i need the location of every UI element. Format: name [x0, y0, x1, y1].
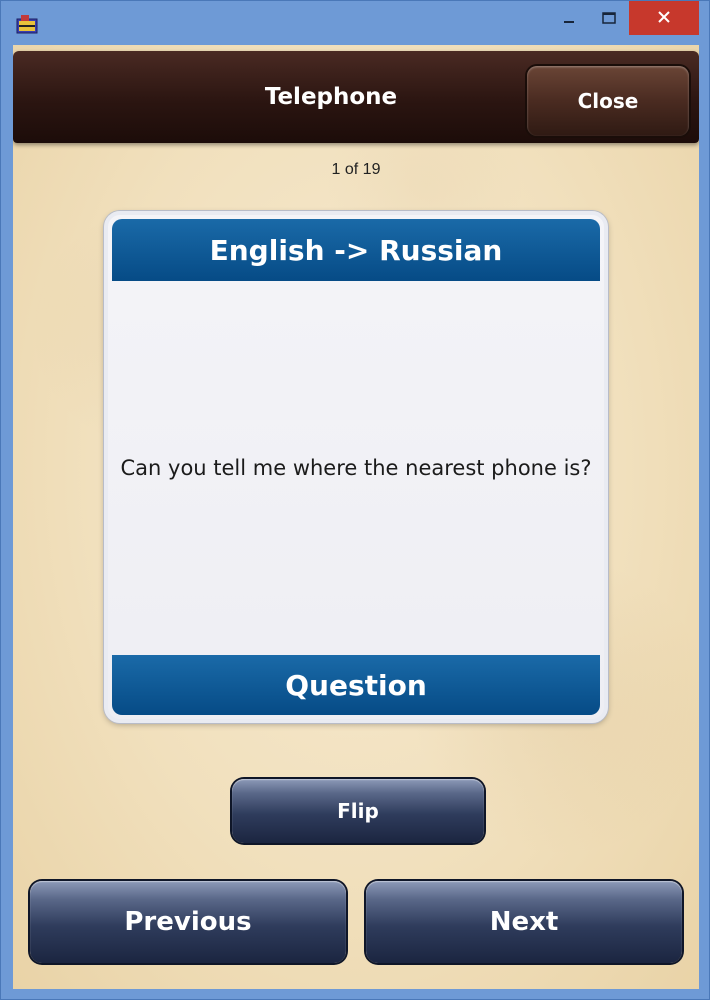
header-bar: Telephone Close — [13, 51, 699, 143]
flashcard[interactable]: English -> Russian Can you tell me where… — [104, 211, 608, 723]
minimize-icon — [563, 9, 575, 28]
app-window: Telephone Close 1 of 19 English -> Russi… — [0, 0, 710, 1000]
close-button[interactable]: Close — [527, 66, 689, 136]
card-text: Can you tell me where the nearest phone … — [120, 456, 592, 480]
card-direction-header: English -> Russian — [112, 219, 600, 281]
next-button[interactable]: Next — [366, 881, 682, 963]
flip-button[interactable]: Flip — [232, 779, 484, 843]
close-icon — [657, 9, 671, 28]
window-close-button[interactable] — [629, 1, 699, 35]
maximize-icon — [602, 9, 616, 28]
previous-button[interactable]: Previous — [30, 881, 346, 963]
window-titlebar[interactable] — [1, 1, 709, 45]
card-counter: 1 of 19 — [331, 161, 381, 178]
app-client-area: Telephone Close 1 of 19 English -> Russi… — [13, 45, 699, 989]
app-book-icon — [15, 13, 41, 35]
window-maximize-button[interactable] — [591, 1, 627, 35]
window-minimize-button[interactable] — [549, 1, 589, 35]
card-side-label: Question — [112, 655, 600, 715]
